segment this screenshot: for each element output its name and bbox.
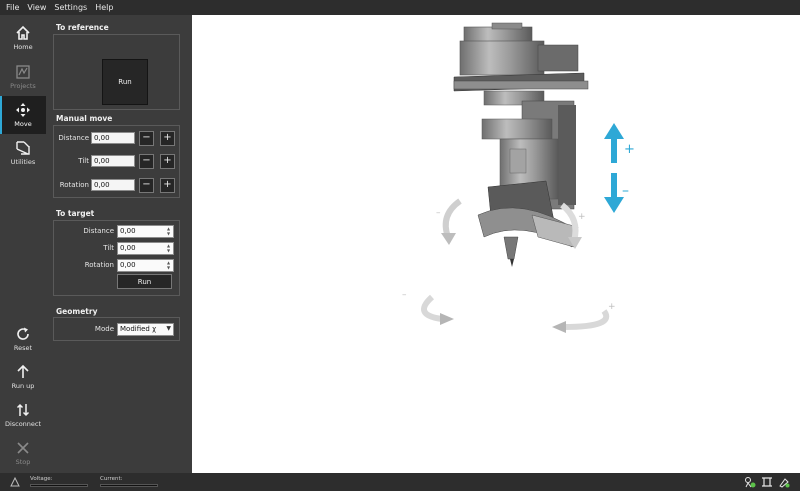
- target-distance-label: Distance: [83, 227, 114, 235]
- side-nav: Home Projects Move Utilities Reset Run u…: [0, 15, 46, 473]
- target-distance-spinbox[interactable]: 0,00 ▲ ▼: [117, 224, 174, 238]
- nav-stop-label: Stop: [15, 458, 31, 466]
- geometry-mode-row: Mode Modified χ ▼: [56, 322, 174, 336]
- nav-utilities-label: Utilities: [10, 158, 36, 166]
- move-icon: [16, 103, 30, 117]
- control-panel: To reference Run Manual move Distance 0,…: [46, 15, 192, 473]
- projects-icon: [16, 65, 30, 79]
- rotation-minus-label: –: [402, 290, 407, 300]
- menu-help[interactable]: Help: [95, 3, 113, 12]
- to-reference-title: To reference: [56, 23, 109, 32]
- voltage-label: Voltage:: [30, 476, 53, 482]
- nav-home[interactable]: Home: [0, 19, 46, 57]
- nav-disconnect-label: Disconnect: [4, 420, 42, 428]
- home-icon: [16, 25, 30, 40]
- manual-tilt-plus-button[interactable]: +: [160, 153, 175, 169]
- menu-settings[interactable]: Settings: [54, 3, 87, 12]
- nav-move-label: Move: [14, 120, 32, 128]
- manual-tilt-row: Tilt 0,00 − +: [56, 153, 175, 169]
- manual-distance-label: Distance: [58, 134, 89, 142]
- manual-rotation-minus-button[interactable]: −: [139, 177, 154, 193]
- move-minus-label: –: [622, 183, 629, 199]
- menu-view[interactable]: View: [27, 3, 46, 12]
- spin-arrows-icon[interactable]: ▲ ▼: [165, 243, 172, 253]
- reference-run-button[interactable]: Run: [102, 59, 148, 105]
- axis-status-icon[interactable]: [761, 476, 773, 488]
- target-tilt-label: Tilt: [103, 244, 114, 252]
- nav-reset[interactable]: Reset: [0, 320, 46, 358]
- target-rotation-value: 0,00: [120, 261, 136, 269]
- target-rotation-label: Rotation: [84, 261, 114, 269]
- nav-projects[interactable]: Projects: [0, 58, 46, 96]
- chevron-down-icon: ▼: [166, 324, 171, 332]
- nav-utilities[interactable]: Utilities: [0, 134, 46, 172]
- manual-distance-field[interactable]: 0,00: [91, 132, 135, 144]
- manual-rotation-field[interactable]: 0,00: [91, 179, 135, 191]
- geometry-title: Geometry: [56, 307, 98, 316]
- manual-tilt-label: Tilt: [78, 157, 89, 165]
- app-window: File View Settings Help Home Projects Mo…: [0, 0, 800, 491]
- goniometer-3d-model[interactable]: + – – + – +: [192, 15, 800, 473]
- stop-icon: [17, 442, 29, 454]
- target-distance-value: 0,00: [120, 227, 136, 235]
- status-bar: Voltage: Current:: [0, 473, 800, 491]
- spin-arrows-icon[interactable]: ▲ ▼: [165, 226, 172, 236]
- manual-rotation-plus-button[interactable]: +: [160, 177, 175, 193]
- move-plus-label: +: [624, 142, 635, 157]
- nav-home-label: Home: [13, 43, 33, 51]
- nav-run-up[interactable]: Run up: [0, 358, 46, 396]
- menu-file[interactable]: File: [6, 3, 19, 12]
- target-run-button[interactable]: Run: [117, 274, 172, 289]
- target-rotation-spinbox[interactable]: 0,00 ▲ ▼: [117, 258, 174, 272]
- geometry-mode-value: Modified χ: [120, 325, 157, 333]
- manual-distance-row: Distance 0,00 − +: [56, 130, 175, 146]
- to-reference-group: Run: [53, 34, 180, 110]
- utilities-icon: [16, 141, 30, 155]
- manual-tilt-minus-button[interactable]: −: [139, 153, 154, 169]
- rotation-plus-label: +: [608, 302, 616, 312]
- tool-status-icon[interactable]: [778, 476, 790, 488]
- manual-rotation-label: Rotation: [59, 181, 89, 189]
- target-tilt-row: Tilt 0,00 ▲ ▼: [56, 241, 174, 255]
- current-bar: [100, 484, 158, 487]
- geometry-mode-label: Mode: [94, 325, 114, 333]
- manual-move-title: Manual move: [56, 114, 113, 123]
- target-tilt-value: 0,00: [120, 244, 136, 252]
- target-rotation-row: Rotation 0,00 ▲ ▼: [56, 258, 174, 272]
- rotation-arrows-icon[interactable]: – +: [402, 290, 616, 333]
- target-tilt-spinbox[interactable]: 0,00 ▲ ▼: [117, 241, 174, 255]
- geometry-mode-select[interactable]: Modified χ ▼: [117, 322, 174, 336]
- manual-move-group: Distance 0,00 − + Tilt 0,00 − + Rotation…: [53, 125, 180, 198]
- voltage-bar: [30, 484, 88, 487]
- nav-projects-label: Projects: [10, 82, 36, 90]
- reset-icon: [17, 327, 29, 340]
- current-label: Current:: [100, 476, 123, 482]
- nav-reset-label: Reset: [13, 344, 33, 352]
- nav-run-up-label: Run up: [11, 382, 35, 390]
- target-distance-row: Distance 0,00 ▲ ▼: [56, 224, 174, 238]
- spin-arrows-icon[interactable]: ▲ ▼: [165, 260, 172, 270]
- nav-disconnect[interactable]: Disconnect: [0, 396, 46, 434]
- vertical-move-arrow-icon[interactable]: + –: [604, 123, 635, 213]
- manual-distance-minus-button[interactable]: −: [139, 130, 154, 146]
- nav-move[interactable]: Move: [0, 96, 46, 134]
- 3d-viewport[interactable]: + – – + – +: [192, 15, 800, 473]
- manual-rotation-row: Rotation 0,00 − +: [56, 177, 175, 193]
- menu-bar: File View Settings Help: [0, 0, 800, 15]
- robot-status-icon[interactable]: [744, 476, 756, 488]
- tilt-plus-label: +: [578, 212, 586, 222]
- arrow-up-icon: [17, 364, 29, 378]
- manual-distance-plus-button[interactable]: +: [160, 130, 175, 146]
- to-target-title: To target: [56, 209, 95, 218]
- manual-tilt-field[interactable]: 0,00: [91, 155, 135, 167]
- tilt-minus-label: –: [436, 208, 441, 218]
- nav-stop[interactable]: Stop: [0, 434, 46, 472]
- machine-body: [453, 22, 589, 267]
- disconnect-icon: [16, 403, 30, 417]
- warning-triangle-icon: [10, 477, 20, 487]
